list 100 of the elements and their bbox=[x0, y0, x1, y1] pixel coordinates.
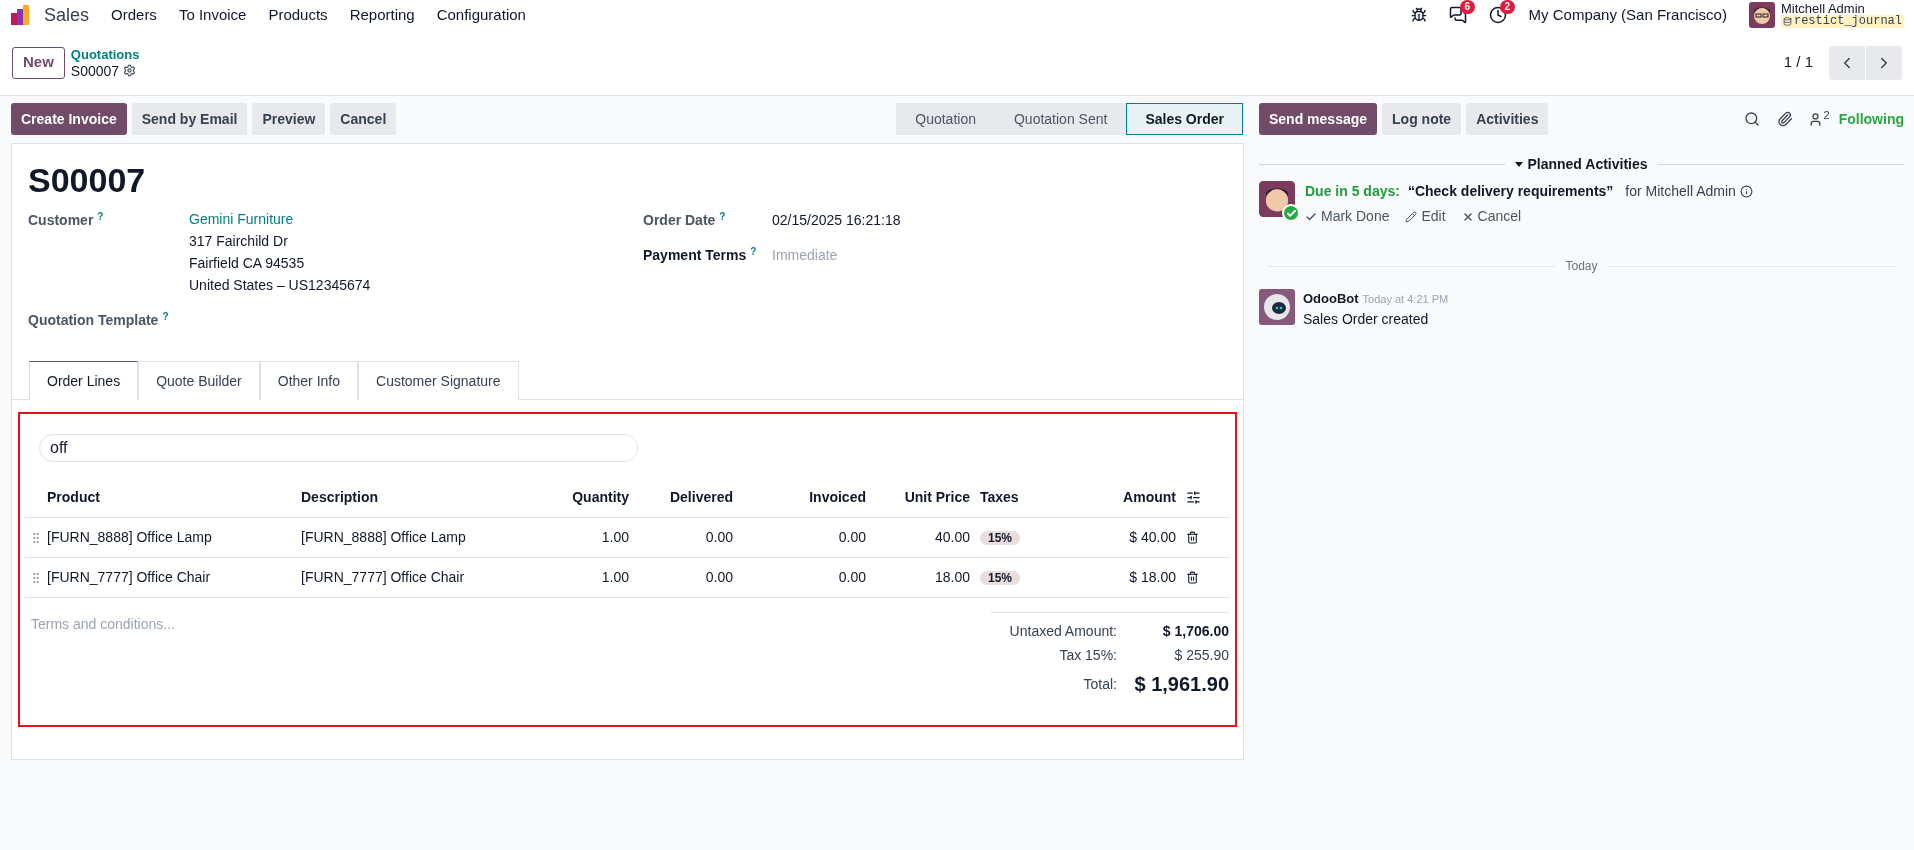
info-icon[interactable] bbox=[1739, 185, 1753, 198]
pencil-icon bbox=[1405, 210, 1418, 223]
column-header[interactable]: Quantity bbox=[521, 486, 629, 508]
caret-icon bbox=[1515, 162, 1524, 167]
company-switcher[interactable]: My Company (San Francisco) bbox=[1528, 3, 1727, 27]
action-button[interactable]: Create Invoice bbox=[11, 103, 127, 135]
total-value: $ 1,961.90 bbox=[1133, 672, 1229, 697]
column-header[interactable]: Description bbox=[301, 486, 521, 508]
database-tag: restict_journal bbox=[1780, 15, 1904, 28]
status-step[interactable]: Sales Order bbox=[1126, 103, 1243, 135]
check-badge-icon bbox=[1282, 204, 1300, 222]
table-cell[interactable]: 0.00 bbox=[733, 567, 866, 588]
chatter-button[interactable]: Send message bbox=[1259, 103, 1378, 135]
table-cell[interactable]: $ 40.00 bbox=[1040, 527, 1176, 548]
followers-count[interactable]: 2 bbox=[1823, 109, 1830, 121]
table-cell[interactable]: 40.00 bbox=[866, 527, 970, 548]
tax-tag[interactable]: 15% bbox=[980, 531, 1021, 545]
table-cell[interactable]: [FURN_7777] Office Chair bbox=[47, 567, 301, 588]
table-cell[interactable]: 0.00 bbox=[733, 527, 866, 548]
column-settings-icon[interactable] bbox=[1186, 489, 1201, 505]
delete-icon[interactable] bbox=[1186, 531, 1199, 544]
status-step[interactable]: Quotation bbox=[896, 103, 995, 135]
table-cell[interactable]: [FURN_7777] Office Chair bbox=[301, 567, 521, 588]
message-body: Sales Order created bbox=[1303, 309, 1430, 329]
table-cell[interactable]: 0.00 bbox=[629, 567, 733, 588]
chatter-button[interactable]: Log note bbox=[1382, 103, 1462, 135]
table-cell[interactable]: 1.00 bbox=[521, 527, 629, 548]
customer-link[interactable]: Gemini Furniture bbox=[189, 208, 371, 230]
avatar-icon bbox=[1748, 2, 1775, 28]
menu-item[interactable]: Products bbox=[268, 3, 328, 27]
column-header[interactable]: Delivered bbox=[629, 486, 733, 508]
search-icon[interactable] bbox=[1743, 111, 1760, 127]
table-cell[interactable]: $ 18.00 bbox=[1040, 567, 1176, 588]
date-separator: Today bbox=[1565, 258, 1598, 275]
app-logo-icon[interactable] bbox=[10, 4, 32, 26]
column-header[interactable]: Taxes bbox=[970, 486, 1040, 508]
action-button[interactable]: Cancel bbox=[330, 103, 397, 135]
status-step[interactable]: Quotation Sent bbox=[995, 103, 1127, 135]
chat-icon[interactable] bbox=[1448, 6, 1467, 24]
field-label: Order Date $^{?}$ bbox=[643, 210, 727, 230]
menu-item[interactable]: To Invoice bbox=[178, 3, 247, 27]
menu-item[interactable]: Orders bbox=[111, 3, 157, 27]
menu-item[interactable]: Reporting bbox=[349, 3, 415, 27]
form-tab[interactable]: Order Lines bbox=[29, 361, 139, 400]
help-tooltip[interactable]: ? bbox=[750, 246, 757, 257]
activity-action[interactable]: Edit bbox=[1405, 206, 1446, 227]
table-cell[interactable]: 1.00 bbox=[521, 567, 629, 588]
record-title: S00007 bbox=[28, 160, 147, 200]
pager-value[interactable]: 1 / 1 bbox=[1783, 51, 1813, 74]
form-tab[interactable]: Other Info bbox=[259, 361, 359, 400]
avatar-icon bbox=[1259, 181, 1295, 217]
total-label: Tax 15%: bbox=[1059, 645, 1117, 665]
total-label: Total: bbox=[1083, 674, 1117, 694]
table-cell[interactable]: 0.00 bbox=[629, 527, 733, 548]
chatter-button[interactable]: Activities bbox=[1466, 103, 1549, 135]
column-header[interactable]: Product bbox=[47, 486, 301, 508]
total-value: $ 255.90 bbox=[1173, 645, 1229, 665]
bug-icon[interactable] bbox=[1410, 7, 1427, 23]
activity-summary: “Check delivery requirements” bbox=[1407, 182, 1614, 201]
help-tooltip[interactable]: ? bbox=[719, 211, 726, 222]
activity-action[interactable]: Mark Done bbox=[1305, 206, 1390, 227]
section-title[interactable]: Planned Activities bbox=[1515, 154, 1648, 175]
paperclip-icon[interactable] bbox=[1776, 111, 1793, 127]
user-name[interactable]: Mitchell Admin bbox=[1780, 2, 1904, 15]
form-tab[interactable]: Customer Signature bbox=[358, 361, 519, 400]
followers-icon[interactable] bbox=[1807, 111, 1823, 127]
menu-item[interactable]: Configuration bbox=[436, 3, 526, 27]
settings-icon[interactable] bbox=[123, 64, 137, 77]
close-icon bbox=[1461, 210, 1474, 223]
column-header[interactable]: Amount bbox=[1040, 486, 1176, 508]
message-author[interactable]: OdooBot bbox=[1303, 289, 1359, 309]
count-badge: 2 bbox=[1499, 0, 1516, 14]
action-button[interactable]: Preview bbox=[252, 103, 326, 135]
action-button[interactable]: Send by Email bbox=[131, 103, 248, 135]
due-label: Due in 5 days: bbox=[1305, 182, 1400, 201]
help-tooltip[interactable]: ? bbox=[97, 211, 104, 222]
address-line: Fairfield CA 94535 bbox=[189, 254, 306, 273]
breadcrumb-link[interactable]: Quotations bbox=[70, 46, 140, 63]
table-cell[interactable]: [FURN_8888] Office Lamp bbox=[301, 527, 521, 548]
delete-icon[interactable] bbox=[1186, 571, 1199, 584]
column-header[interactable]: Unit Price bbox=[866, 486, 970, 508]
tax-tag[interactable]: 15% bbox=[980, 571, 1021, 585]
table-cell[interactable]: [FURN_8888] Office Lamp bbox=[47, 527, 301, 548]
new-button[interactable]: New bbox=[12, 46, 65, 79]
total-label: Untaxed Amount: bbox=[1009, 621, 1117, 641]
field-value[interactable]: 02/15/2025 16:21:18 bbox=[772, 210, 901, 231]
address-line: United States – US12345674 bbox=[189, 276, 371, 295]
form-tab[interactable]: Quote Builder bbox=[138, 361, 260, 400]
bot-avatar-icon bbox=[1259, 289, 1295, 325]
count-badge: 6 bbox=[1459, 0, 1476, 14]
help-tooltip[interactable]: ? bbox=[162, 311, 169, 322]
total-value: $ 1,706.00 bbox=[1161, 621, 1229, 641]
app-name[interactable]: Sales bbox=[44, 1, 90, 29]
table-cell[interactable]: 18.00 bbox=[866, 567, 970, 588]
column-header[interactable]: Invoiced bbox=[733, 486, 866, 508]
activity-action[interactable]: Cancel bbox=[1461, 206, 1522, 227]
check-icon bbox=[1305, 210, 1317, 223]
field-label: Customer $^{?}$ bbox=[28, 210, 105, 230]
field-label: Quotation Template $^{?}$ bbox=[28, 312, 169, 328]
record-name: S00007 bbox=[70, 62, 120, 79]
